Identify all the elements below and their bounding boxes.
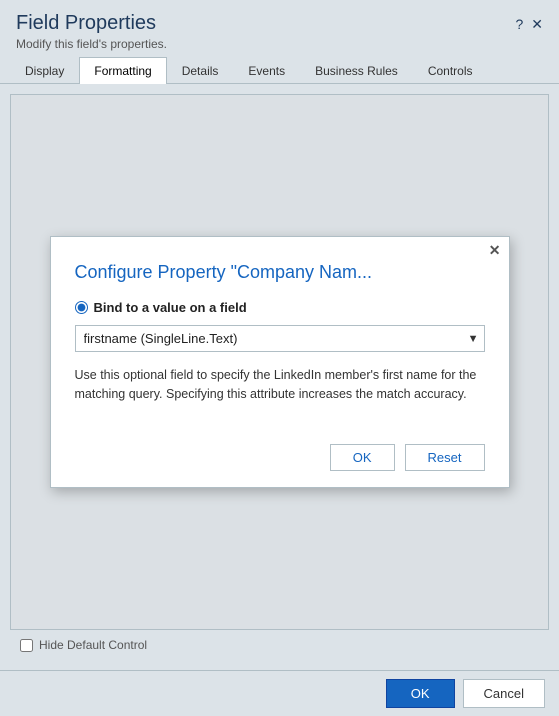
bind-radio-label[interactable]: Bind to a value on a field (94, 300, 247, 315)
tab-details[interactable]: Details (167, 57, 234, 84)
tab-events[interactable]: Events (233, 57, 300, 84)
panel-title: Field Properties (16, 12, 167, 35)
header-icons: ? ✕ (515, 16, 543, 33)
panel-header: Field Properties Modify this field's pro… (0, 0, 559, 57)
modal-description: Use this optional field to specify the L… (75, 366, 485, 404)
hide-default-control-row: Hide Default Control (20, 638, 147, 652)
hide-default-control-checkbox[interactable] (20, 639, 33, 652)
modal-body: Configure Property "Company Nam... Bind … (51, 257, 509, 444)
bind-radio-row: Bind to a value on a field (75, 300, 485, 315)
modal-ok-button[interactable]: OK (330, 444, 395, 471)
panel-footer: OK Cancel (0, 670, 559, 716)
tabs-bar: Display Formatting Details Events Busine… (0, 57, 559, 84)
modal-overlay: ✕ Configure Property "Company Nam... Bin… (11, 95, 548, 629)
bottom-area: Hide Default Control (10, 630, 549, 660)
window-close-icon[interactable]: ✕ (531, 16, 543, 33)
tab-business-rules[interactable]: Business Rules (300, 57, 413, 84)
tab-display[interactable]: Display (10, 57, 79, 84)
content-inner: ✕ Configure Property "Company Nam... Bin… (10, 94, 549, 630)
header-text: Field Properties Modify this field's pro… (16, 12, 167, 51)
modal-close-icon[interactable]: ✕ (489, 243, 501, 257)
field-select[interactable]: firstname (SingleLine.Text) (75, 325, 485, 352)
footer-cancel-button[interactable]: Cancel (463, 679, 545, 708)
field-select-wrapper: firstname (SingleLine.Text) ▼ (75, 325, 485, 352)
outer-panel: Field Properties Modify this field's pro… (0, 0, 559, 716)
modal-reset-button[interactable]: Reset (405, 444, 485, 471)
modal-titlebar: ✕ (51, 237, 509, 257)
bind-to-field-radio[interactable] (75, 301, 88, 314)
tab-formatting[interactable]: Formatting (79, 57, 166, 84)
hide-default-control-label[interactable]: Hide Default Control (39, 638, 147, 652)
panel-subtitle: Modify this field's properties. (16, 37, 167, 51)
tab-controls[interactable]: Controls (413, 57, 488, 84)
modal-heading: Configure Property "Company Nam... (75, 261, 485, 284)
modal-footer: OK Reset (51, 444, 509, 487)
main-content: ✕ Configure Property "Company Nam... Bin… (0, 84, 559, 670)
help-icon[interactable]: ? (515, 16, 523, 33)
configure-property-modal: ✕ Configure Property "Company Nam... Bin… (50, 236, 510, 488)
footer-ok-button[interactable]: OK (386, 679, 455, 708)
